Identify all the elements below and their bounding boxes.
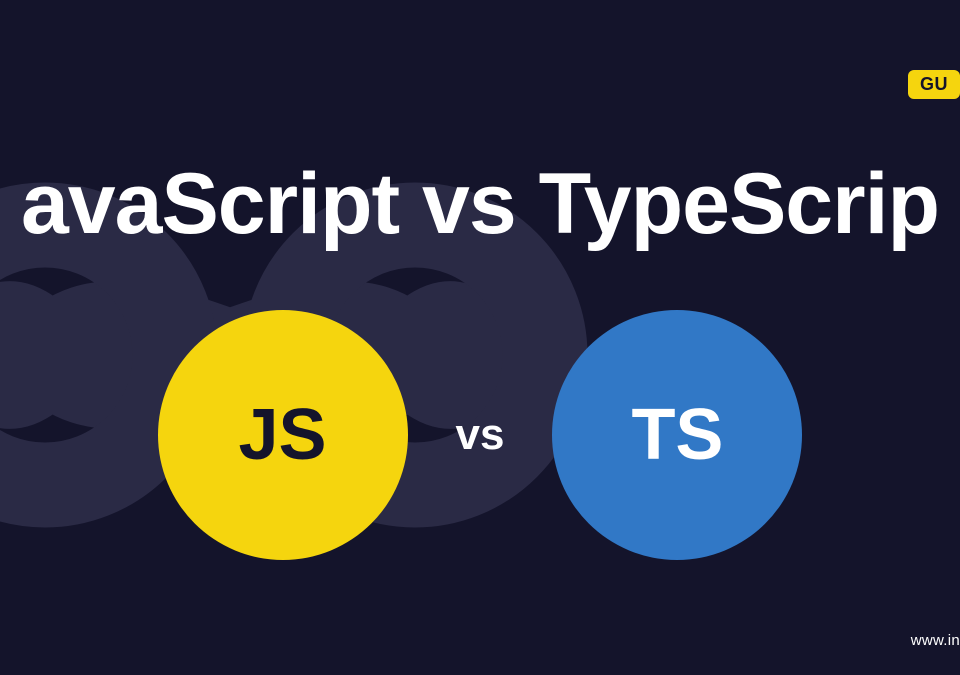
guide-badge: GU: [908, 70, 960, 99]
js-label: JS: [238, 394, 326, 476]
vs-label: vs: [456, 410, 505, 460]
main-title: avaScript vs TypeScrip: [0, 155, 960, 254]
comparison-row: JS vs TS: [0, 310, 960, 560]
footer-url: www.in: [911, 632, 960, 649]
typescript-circle: TS: [552, 310, 802, 560]
javascript-circle: JS: [158, 310, 408, 560]
ts-label: TS: [631, 394, 723, 476]
